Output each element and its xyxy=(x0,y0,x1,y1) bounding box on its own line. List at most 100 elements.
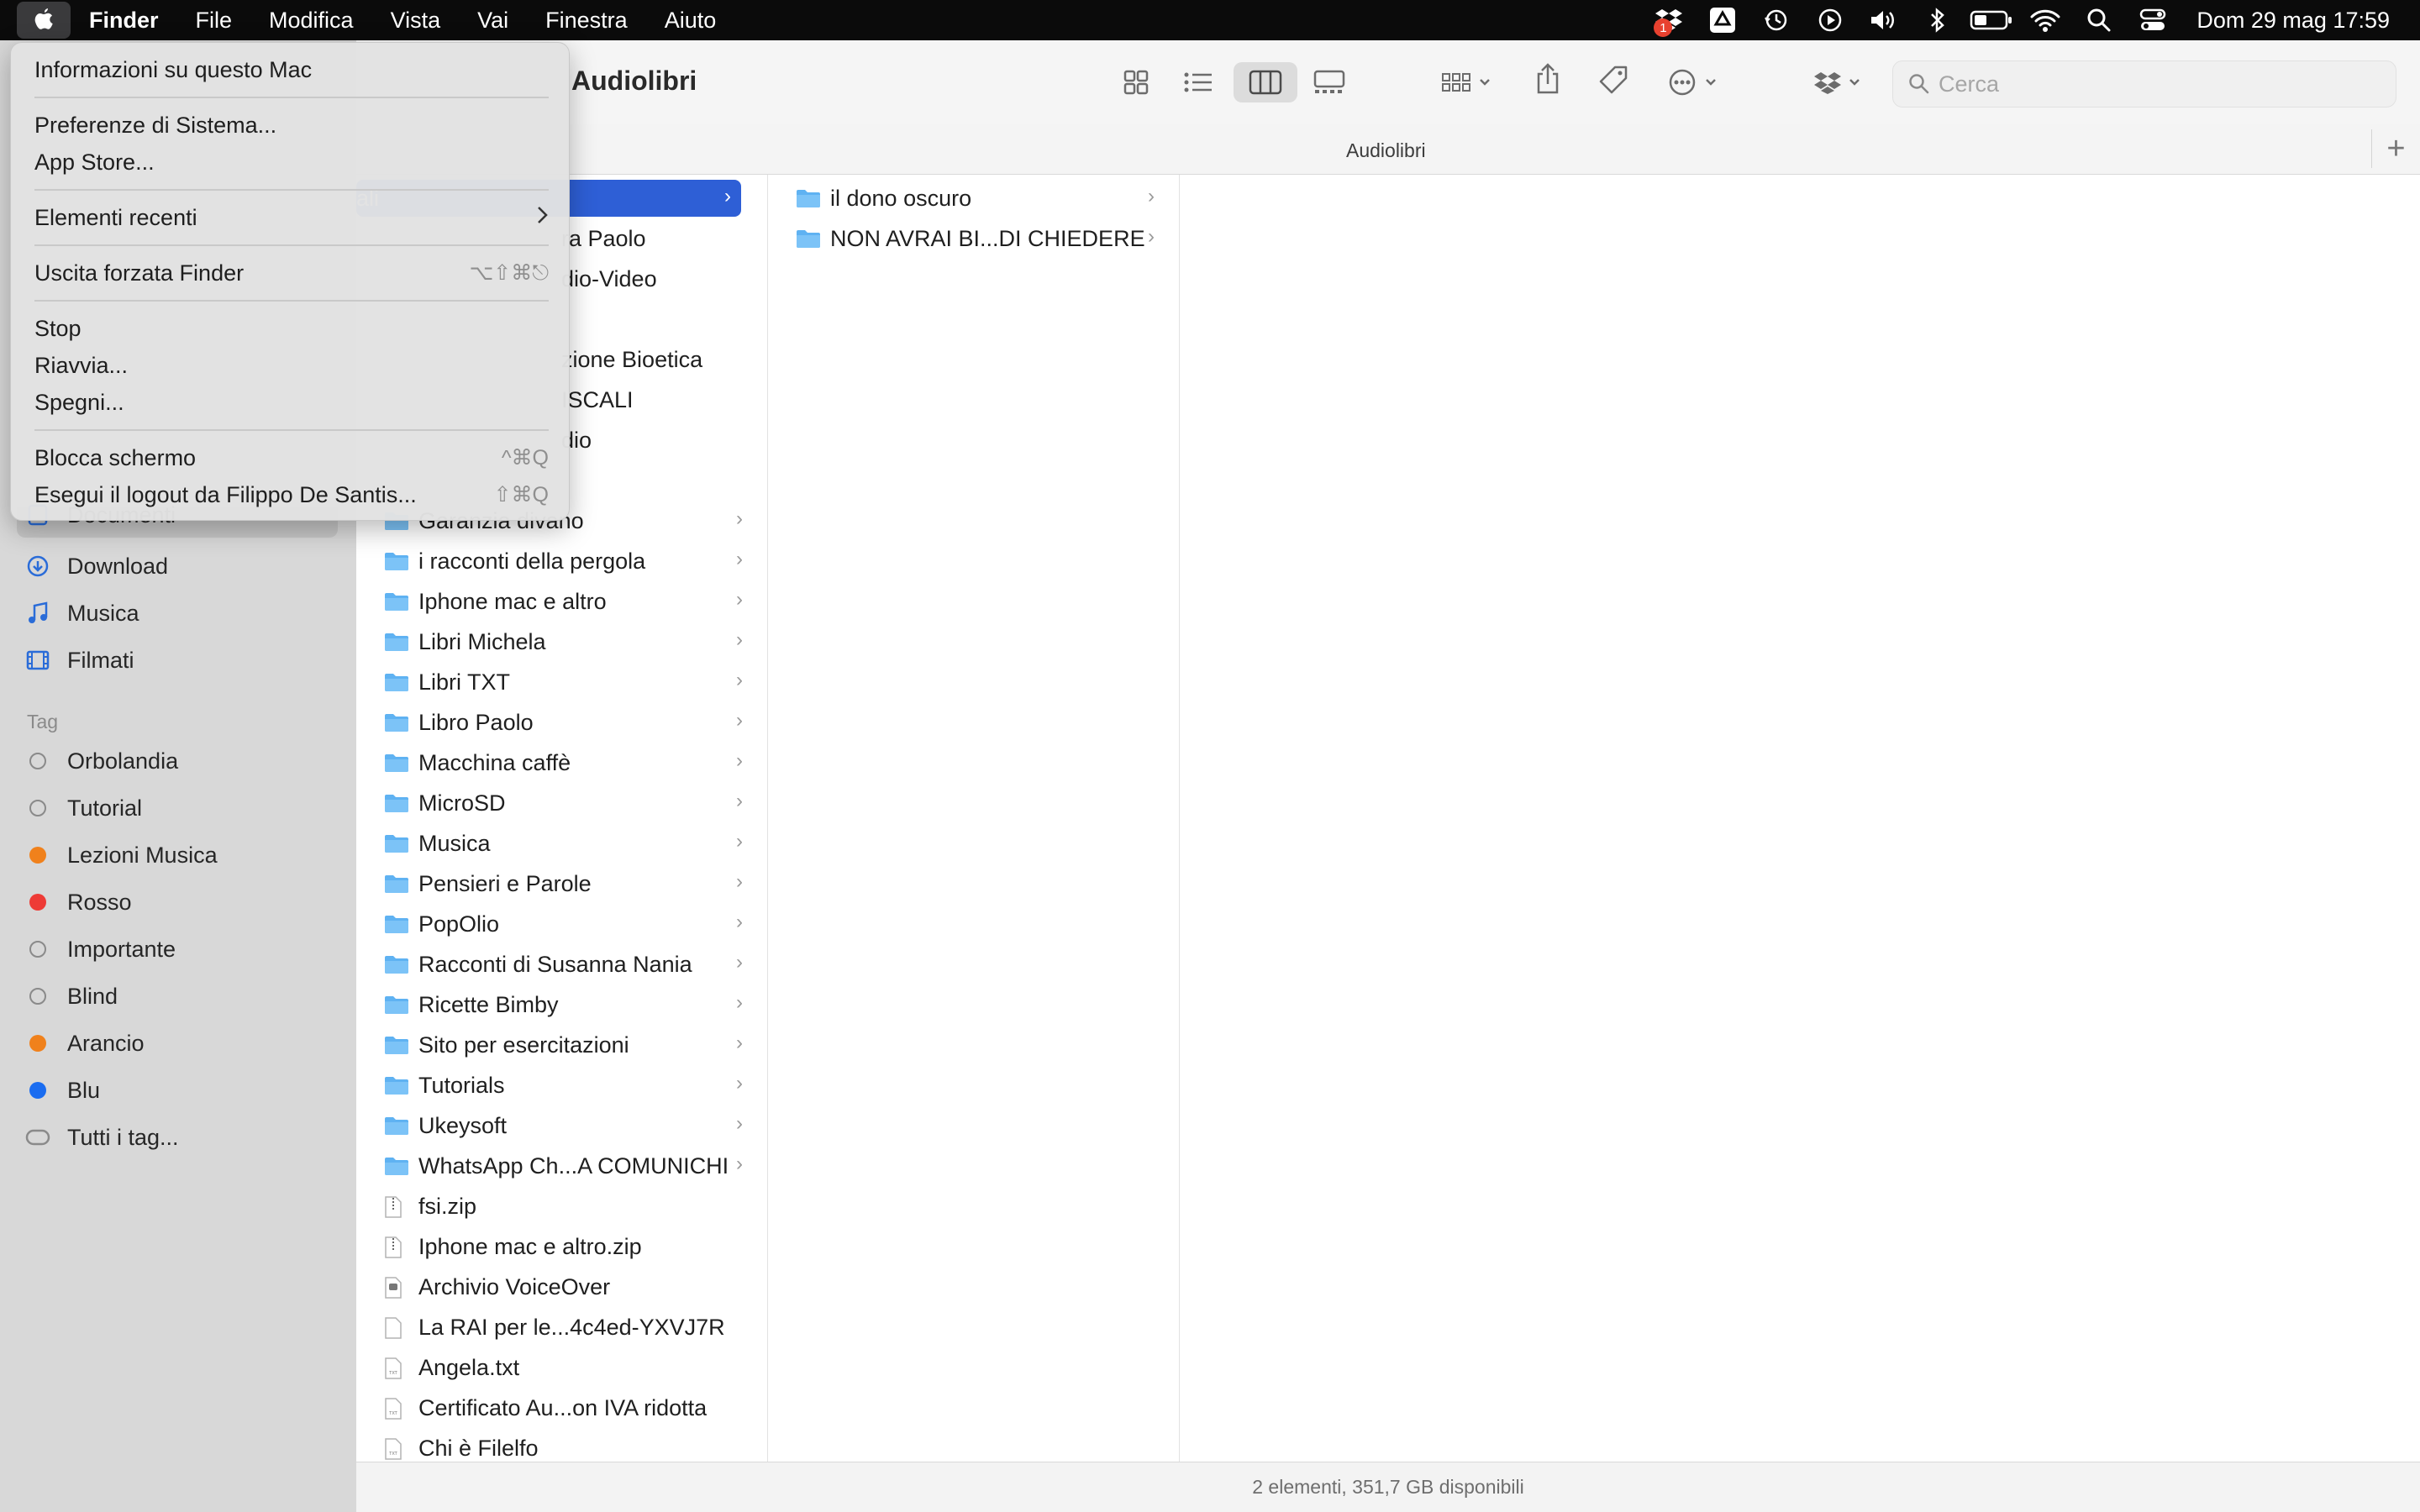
file-row[interactable]: Iphone mac e altro.zip xyxy=(383,1228,753,1265)
dropbox-toolbar-button[interactable] xyxy=(1810,62,1870,102)
item-label: NON AVRAI BI...DI CHIEDERE xyxy=(830,225,1145,251)
share-button[interactable] xyxy=(1526,59,1570,99)
folder-row[interactable]: PopOlio › xyxy=(383,906,753,942)
more-icon xyxy=(1669,69,1716,96)
file-row[interactable]: fsi.zip xyxy=(383,1188,753,1225)
folder-row[interactable]: Racconti di Susanna Nania › xyxy=(383,946,753,983)
folder-row[interactable]: NON AVRAI BI...DI CHIEDERE › xyxy=(795,220,1165,257)
search-input[interactable] xyxy=(1939,71,2375,97)
apple-menu-button[interactable] xyxy=(17,2,71,39)
sidebar-tag-blind[interactable]: Blind xyxy=(25,976,118,1016)
chevron-right-icon: › xyxy=(736,991,743,1014)
menu-vai[interactable]: Vai xyxy=(459,8,527,34)
drive-status[interactable] xyxy=(1696,0,1749,40)
folder-row[interactable]: Macchina caffè › xyxy=(383,744,753,781)
tag-button[interactable] xyxy=(1591,60,1635,101)
item-label: La RAI per le...4c4ed-YXVJ7R xyxy=(418,1314,725,1340)
item-label: WhatsApp Ch...A COMUNICHI xyxy=(418,1152,729,1179)
action-button[interactable] xyxy=(1665,62,1726,102)
menu-item-sleep[interactable]: Stop xyxy=(34,312,549,345)
sidebar-tag-lezioni-musica[interactable]: Lezioni Musica xyxy=(25,835,218,875)
column-view-button[interactable] xyxy=(1234,62,1297,102)
time-machine-status[interactable] xyxy=(1749,0,1803,40)
folder-row[interactable]: ra Paolo› xyxy=(561,220,767,257)
folder-row[interactable]: Sito per esercitazioni › xyxy=(383,1026,753,1063)
menu-file[interactable]: File xyxy=(177,8,251,34)
folder-row[interactable]: Ricette Bimby › xyxy=(383,986,753,1023)
new-tab-button[interactable]: + xyxy=(2371,129,2420,168)
menu-finestra[interactable]: Finestra xyxy=(527,8,646,34)
chevron-right-icon: › xyxy=(724,185,731,207)
folder-row[interactable]: WhatsApp Ch...A COMUNICHI › xyxy=(383,1147,753,1184)
menu-item-force-quit[interactable]: Uscita forzata Finder ⌥⇧⌘⎋ xyxy=(34,256,549,290)
folder-row[interactable]: ISCALI› xyxy=(561,381,767,418)
folder-row[interactable]: Iphone mac e altro › xyxy=(383,583,753,620)
file-row[interactable]: TXT Certificato Au...on IVA ridotta xyxy=(383,1389,753,1426)
spotlight-status[interactable] xyxy=(2072,0,2126,40)
folder-row[interactable]: Tutorials › xyxy=(383,1067,753,1104)
menu-modifica[interactable]: Modifica xyxy=(250,8,372,34)
folder-row[interactable]: › xyxy=(561,301,767,338)
folder-row[interactable]: › xyxy=(561,462,767,499)
sidebar-all-tags[interactable]: Tutti i tag... xyxy=(25,1117,179,1158)
folder-row[interactable]: Libri TXT › xyxy=(383,664,753,701)
sidebar-tag-rosso[interactable]: Rosso xyxy=(25,882,132,922)
group-button[interactable] xyxy=(1434,62,1501,102)
folder-row[interactable]: dio› xyxy=(561,422,767,459)
file-row[interactable]: Archivio VoiceOver xyxy=(383,1268,753,1305)
wifi-status[interactable] xyxy=(2018,0,2072,40)
search-field[interactable] xyxy=(1892,60,2396,108)
menu-aiuto[interactable]: Aiuto xyxy=(646,8,735,34)
item-label: Angela.txt xyxy=(418,1354,520,1380)
file-row[interactable]: La RAI per le...4c4ed-YXVJ7R xyxy=(383,1309,753,1346)
menu-item-about[interactable]: Informazioni su questo Mac xyxy=(34,53,549,87)
item-label: Libro Paolo xyxy=(418,709,534,735)
menu-item-logout[interactable]: Esegui il logout da Filippo De Santis...… xyxy=(34,478,549,512)
sidebar-item-download[interactable]: Download xyxy=(25,546,168,586)
clock[interactable]: Dom 29 mag 17:59 xyxy=(2180,8,2420,34)
folder-row[interactable]: dio-Video› xyxy=(561,260,767,297)
folder-row[interactable]: il dono oscuro › xyxy=(795,180,1165,217)
sidebar-item-musica[interactable]: Musica xyxy=(25,593,139,633)
tab-title[interactable]: Audiolibri xyxy=(1346,139,1426,162)
folder-row[interactable]: Libri Michela › xyxy=(383,623,753,660)
item-label: ISCALI xyxy=(561,386,634,412)
chevron-right-icon: › xyxy=(736,1112,743,1135)
sidebar-tag-orbolandia[interactable]: Orbolandia xyxy=(25,741,178,781)
folder-row[interactable]: MicroSD › xyxy=(383,785,753,822)
menu-item-app-store[interactable]: App Store... xyxy=(34,145,549,179)
menu-item-system-prefs[interactable]: Preferenze di Sistema... xyxy=(34,108,549,142)
folder-row[interactable]: Pensieri e Parole › xyxy=(383,865,753,902)
menu-item-recent-items[interactable]: Elementi recenti xyxy=(34,201,549,234)
media-status[interactable] xyxy=(1803,0,1857,40)
folder-icon xyxy=(383,711,410,733)
folder-row[interactable]: i racconti della pergola › xyxy=(383,543,753,580)
gallery-view-button[interactable] xyxy=(1307,62,1351,102)
item-label: Archivio VoiceOver xyxy=(418,1273,611,1299)
menu-vista[interactable]: Vista xyxy=(372,8,460,34)
folder-row[interactable]: Musica › xyxy=(383,825,753,862)
menu-item-restart[interactable]: Riavvia... xyxy=(34,349,549,382)
folder-row[interactable]: Libro Paolo › xyxy=(383,704,753,741)
gallery-view-icon xyxy=(1313,70,1345,93)
control-center-status[interactable] xyxy=(2126,0,2180,40)
menu-item-lock-screen[interactable]: Blocca schermo ^⌘Q xyxy=(34,441,549,475)
folder-row[interactable]: zione Bioetica› xyxy=(561,341,767,378)
icon-view-button[interactable] xyxy=(1114,62,1158,102)
sidebar-tag-tutorial[interactable]: Tutorial xyxy=(25,788,142,828)
item-label: il dono oscuro xyxy=(830,185,972,211)
battery-status[interactable] xyxy=(1965,0,2018,40)
bluetooth-status[interactable] xyxy=(1911,0,1965,40)
folder-icon xyxy=(383,1034,410,1056)
sidebar-tag-blu[interactable]: Blu xyxy=(25,1070,100,1110)
list-view-button[interactable] xyxy=(1176,62,1220,102)
volume-status[interactable] xyxy=(1857,0,1911,40)
file-row[interactable]: TXT Angela.txt xyxy=(383,1349,753,1386)
folder-row[interactable]: Ukeysoft › xyxy=(383,1107,753,1144)
menu-item-shutdown[interactable]: Spegni... xyxy=(34,386,549,419)
sidebar-item-filmati[interactable]: Filmati xyxy=(25,640,134,680)
menu-finder[interactable]: Finder xyxy=(87,8,177,34)
sidebar-tag-importante[interactable]: Importante xyxy=(25,929,176,969)
dropbox-status[interactable]: 1 xyxy=(1642,0,1696,40)
sidebar-tag-arancio[interactable]: Arancio xyxy=(25,1023,145,1063)
